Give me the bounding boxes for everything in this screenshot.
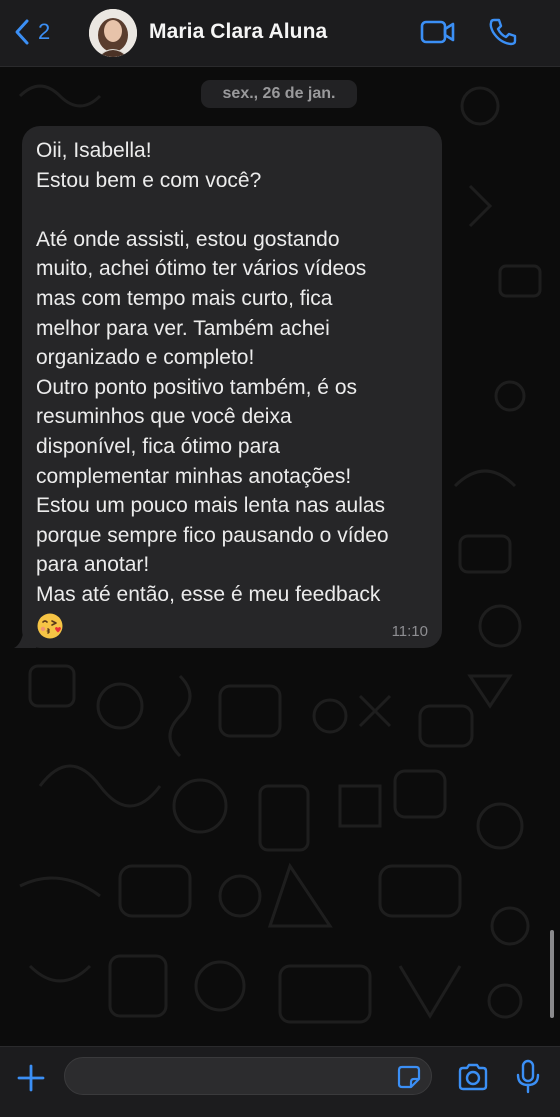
camera-icon (458, 1063, 488, 1091)
message-time: 11:10 (391, 623, 428, 640)
message-line: para anotar! (36, 553, 150, 577)
message-line: organizado e completo! (36, 346, 255, 370)
message-line: Estou um pouco mais lenta nas aulas (36, 494, 386, 518)
contact-name[interactable]: Maria Clara Aluna (149, 20, 327, 44)
message-line: complementar minhas anotações! (36, 464, 352, 488)
chevron-left-icon (15, 19, 29, 45)
microphone-button[interactable] (515, 1059, 541, 1100)
chat-header: 2 Maria Clara Aluna (0, 0, 560, 67)
kiss-emoji (36, 612, 428, 646)
date-separator: sex., 26 de jan. (201, 80, 357, 108)
incoming-message-bubble[interactable]: Oii, Isabella! Estou bem e com você? Até… (22, 126, 442, 648)
phone-icon (489, 18, 517, 46)
back-button[interactable]: 2 (14, 18, 50, 46)
attach-button[interactable] (16, 1063, 46, 1098)
message-line: muito, achei ótimo ter vários vídeos (36, 257, 367, 281)
kissing-face-icon (37, 613, 63, 638)
message-line: Estou bem e com você? (36, 168, 262, 192)
avatar-image (89, 9, 137, 57)
message-line: melhor para ver. Também achei (36, 316, 330, 340)
message-line: disponível, fica ótimo para (36, 434, 280, 458)
sticker-icon (397, 1065, 421, 1089)
message-line: resuminhos que você deixa (36, 405, 292, 429)
camera-button[interactable] (457, 1063, 489, 1096)
plus-icon (17, 1064, 45, 1092)
microphone-icon (516, 1059, 540, 1094)
avatar[interactable] (89, 9, 137, 57)
sticker-button[interactable] (397, 1065, 421, 1094)
unread-count: 2 (38, 19, 51, 44)
video-call-button[interactable] (420, 19, 456, 50)
scrollbar[interactable] (550, 930, 554, 1018)
voice-call-button[interactable] (488, 17, 518, 52)
message-line (36, 195, 428, 225)
message-line: Até onde assisti, estou gostando (36, 227, 340, 251)
message-input-field[interactable] (64, 1057, 432, 1096)
composer-bar (0, 1046, 560, 1117)
message-line: mas com tempo mais curto, fica (36, 286, 333, 310)
chat-screen: 2 Maria Clara Aluna sex., 26 de jan. Oii… (0, 0, 560, 1117)
video-camera-icon (420, 20, 455, 44)
message-line: Oii, Isabella! (36, 139, 152, 162)
message-line: Outro ponto positivo também, é os (36, 375, 357, 399)
message-line: Mas até então, esse é meu feedback (36, 582, 381, 606)
message-input[interactable] (65, 1058, 391, 1096)
message-line: porque sempre fico pausando o vídeo (36, 523, 389, 547)
